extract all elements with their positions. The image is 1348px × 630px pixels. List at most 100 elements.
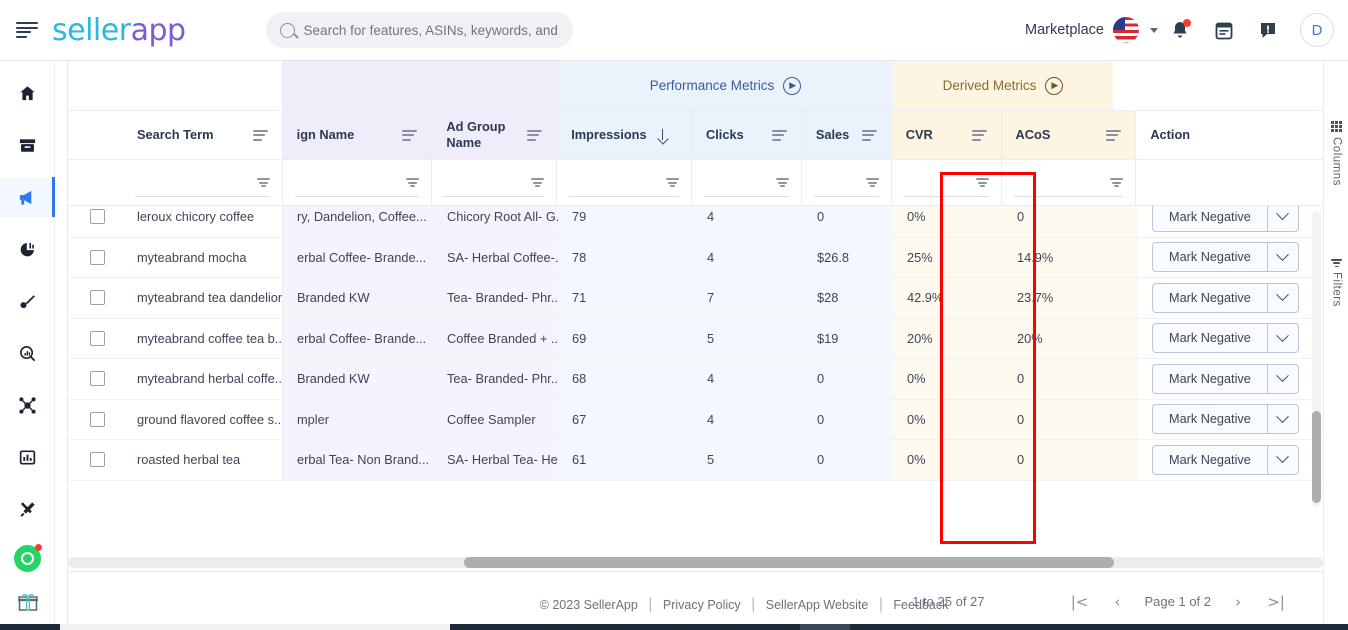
gift-icon[interactable]	[0, 590, 55, 614]
action-dropdown-icon[interactable]	[1267, 445, 1299, 475]
cell-impressions: 78	[558, 238, 693, 278]
filter-acos[interactable]	[1002, 160, 1137, 205]
sidebar-item-product-research[interactable]	[0, 385, 55, 425]
action-dropdown-icon[interactable]	[1267, 404, 1299, 434]
header-clicks[interactable]: Clicks	[692, 111, 802, 159]
whatsapp-icon[interactable]	[14, 545, 41, 572]
filter-ad-group-name[interactable]	[432, 160, 557, 205]
sort-menu-icon[interactable]	[862, 130, 877, 141]
notifications-button[interactable]	[1158, 8, 1202, 52]
sidebar-item-reports[interactable]	[0, 437, 55, 477]
filter-impressions[interactable]	[557, 160, 692, 205]
filter-icon[interactable]	[976, 178, 989, 187]
filter-search-term[interactable]	[123, 160, 283, 205]
row-checkbox-cell[interactable]	[68, 400, 123, 440]
row-checkbox-cell[interactable]	[68, 440, 123, 480]
search-input[interactable]	[304, 23, 559, 38]
filter-icon[interactable]	[531, 178, 544, 187]
sort-menu-icon[interactable]	[1106, 130, 1121, 141]
filter-icon[interactable]	[666, 178, 679, 187]
header-acos[interactable]: ACoS	[1002, 111, 1137, 159]
row-checkbox[interactable]	[90, 371, 105, 386]
vertical-scroll-thumb[interactable]	[1312, 411, 1321, 503]
row-checkbox-cell[interactable]	[68, 238, 123, 278]
row-checkbox[interactable]	[90, 452, 105, 467]
filter-campaign-name[interactable]	[283, 160, 433, 205]
mark-negative-button[interactable]: Mark Negative	[1152, 323, 1267, 353]
announcement-button[interactable]	[1246, 8, 1290, 52]
marketplace-selector[interactable]: Marketplace	[1025, 17, 1158, 43]
table-vertical-scrollbar[interactable]	[1312, 211, 1321, 507]
cell-campaign-name: Branded KW	[283, 359, 433, 399]
group-performance-metrics[interactable]: Performance Metrics ▶	[558, 61, 893, 110]
sort-menu-icon[interactable]	[527, 130, 542, 141]
sidebar-item-advertising[interactable]	[0, 177, 55, 217]
footer-link-privacy-policy[interactable]: Privacy Policy	[663, 598, 741, 612]
sidebar-item-inventory[interactable]	[0, 125, 55, 165]
avatar[interactable]: D	[1300, 13, 1334, 47]
calendar-button[interactable]	[1202, 8, 1246, 52]
sidebar-item-analytics[interactable]	[0, 229, 55, 269]
sidebar-item-tools[interactable]	[0, 489, 55, 529]
filter-icon[interactable]	[257, 178, 270, 187]
sort-menu-icon[interactable]	[402, 130, 417, 141]
filter-cvr[interactable]	[892, 160, 1002, 205]
sidebar-item-keyword-research[interactable]	[0, 333, 55, 373]
filter-clicks[interactable]	[692, 160, 802, 205]
pie-chart-icon	[18, 240, 37, 259]
group-derived-metrics[interactable]: Derived Metrics ▶	[893, 61, 1113, 110]
row-checkbox-cell[interactable]	[68, 206, 123, 237]
mark-negative-button[interactable]: Mark Negative	[1152, 445, 1267, 475]
mark-negative-button[interactable]: Mark Negative	[1152, 206, 1267, 232]
filter-icon[interactable]	[776, 178, 789, 187]
sort-menu-icon[interactable]	[972, 130, 987, 141]
row-checkbox[interactable]	[90, 209, 105, 224]
sort-descending-icon[interactable]	[657, 129, 668, 142]
row-checkbox[interactable]	[90, 412, 105, 427]
filter-icon[interactable]	[1110, 178, 1123, 187]
sidebar-item-optimization[interactable]	[0, 281, 55, 321]
mark-negative-button[interactable]: Mark Negative	[1152, 404, 1267, 434]
global-search[interactable]	[266, 12, 573, 48]
action-dropdown-icon[interactable]	[1267, 242, 1299, 272]
header-search-term[interactable]: Search Term	[123, 111, 283, 159]
mark-negative-button[interactable]: Mark Negative	[1152, 242, 1267, 272]
row-checkbox[interactable]	[90, 290, 105, 305]
horizontal-scroll-thumb[interactable]	[464, 557, 1114, 568]
row-checkbox[interactable]	[90, 250, 105, 265]
action-dropdown-icon[interactable]	[1267, 283, 1299, 313]
row-checkbox[interactable]	[90, 331, 105, 346]
footer-link-sellerapp-website[interactable]: SellerApp Website	[766, 598, 869, 612]
sidebar-item-home[interactable]	[0, 73, 55, 113]
chevron-down-icon[interactable]	[1150, 28, 1158, 33]
action-dropdown-icon[interactable]	[1267, 323, 1299, 353]
filter-icon[interactable]	[866, 178, 879, 187]
header-impressions[interactable]: Impressions	[557, 111, 692, 159]
performance-metrics-expand-icon[interactable]: ▶	[783, 77, 801, 95]
columns-panel-button[interactable]: Columns	[1324, 121, 1348, 186]
menu-icon[interactable]	[16, 22, 38, 38]
filter-sales[interactable]	[802, 160, 892, 205]
row-checkbox-cell[interactable]	[68, 319, 123, 359]
header-cvr[interactable]: CVR	[892, 111, 1002, 159]
mark-negative-button[interactable]: Mark Negative	[1152, 364, 1267, 394]
cell-acos: 0	[1003, 400, 1138, 440]
header-campaign-name[interactable]: ign Name	[283, 111, 433, 159]
row-checkbox-cell[interactable]	[68, 278, 123, 318]
action-dropdown-icon[interactable]	[1267, 364, 1299, 394]
sort-menu-icon[interactable]	[772, 130, 787, 141]
filters-panel-button[interactable]: Filters	[1324, 259, 1348, 307]
mark-negative-button[interactable]: Mark Negative	[1152, 283, 1267, 313]
cell-cvr: 42.9%	[893, 278, 1003, 318]
derived-metrics-expand-icon[interactable]: ▶	[1045, 77, 1063, 95]
action-dropdown-icon[interactable]	[1267, 206, 1299, 232]
footer-link-feedback[interactable]: Feedback	[893, 598, 948, 612]
row-checkbox-cell[interactable]	[68, 359, 123, 399]
filter-icon[interactable]	[406, 178, 419, 187]
header-ad-group-name[interactable]: Ad Group Name	[432, 111, 557, 159]
app-logo[interactable]: sellerapp	[52, 13, 186, 48]
filter-icon	[1331, 259, 1342, 267]
table-horizontal-scrollbar[interactable]	[68, 557, 1323, 568]
sort-menu-icon[interactable]	[253, 130, 268, 141]
header-sales[interactable]: Sales	[802, 111, 892, 159]
